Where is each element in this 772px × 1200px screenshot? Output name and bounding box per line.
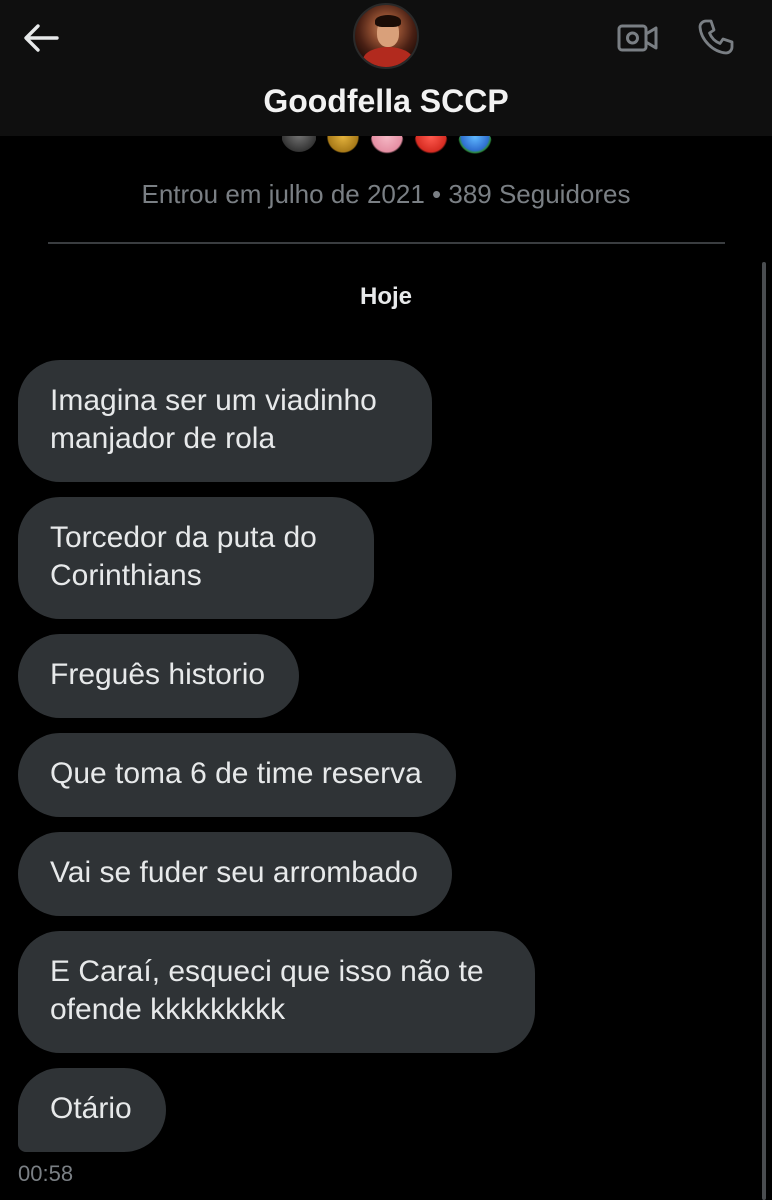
message-bubble[interactable]: Torcedor da puta do Corinthians: [18, 497, 374, 619]
message-bubble[interactable]: Vai se fuder seu arrombado: [18, 832, 452, 916]
message-bubble[interactable]: Otário: [18, 1068, 166, 1152]
video-call-button[interactable]: [614, 16, 662, 60]
profile-meta: Entrou em julho de 2021 • 389 Seguidores: [141, 179, 631, 209]
scrollbar[interactable]: [762, 262, 766, 1200]
chat-header: Goodfella SCCP: [0, 0, 772, 136]
message-list: Imagina ser um viadinho manjador de rola…: [18, 360, 738, 1167]
contact-name[interactable]: Goodfella SCCP: [0, 82, 772, 120]
video-call-icon: [617, 24, 658, 52]
divider: [48, 242, 725, 244]
back-button[interactable]: [18, 18, 64, 58]
contact-avatar[interactable]: [353, 3, 419, 69]
message-bubble[interactable]: Freguês historio: [18, 634, 300, 718]
message-bubble[interactable]: E Caraí, esqueci que isso não te ofende …: [18, 931, 535, 1053]
message-timestamp: 00:58: [18, 1161, 74, 1186]
day-label: Hoje: [359, 283, 412, 310]
voice-call-button[interactable]: [692, 14, 740, 60]
arrow-left-icon: [24, 24, 59, 52]
phone-call-icon: [698, 19, 734, 55]
message-bubble[interactable]: Que toma 6 de time reserva: [18, 733, 456, 817]
message-bubble[interactable]: Imagina ser um viadinho manjador de rola: [18, 360, 432, 482]
